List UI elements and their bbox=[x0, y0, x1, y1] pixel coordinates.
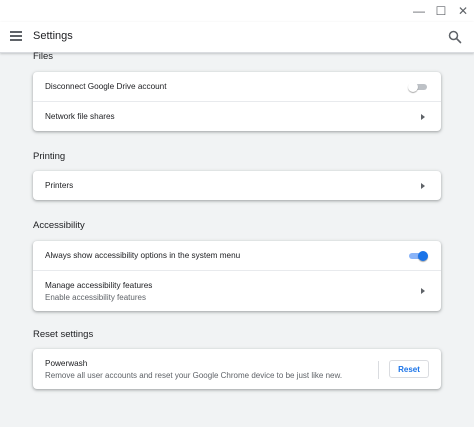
always-show-accessibility-toggle[interactable] bbox=[409, 250, 428, 261]
printers-label: Printers bbox=[45, 181, 74, 190]
arrow-right-icon bbox=[421, 113, 425, 120]
powerwash-row: Powerwash Remove all user accounts and r… bbox=[33, 349, 441, 389]
reset-button[interactable]: Reset bbox=[389, 360, 429, 378]
divider bbox=[378, 361, 379, 379]
manage-accessibility-label: Manage accessibility features bbox=[45, 280, 153, 290]
disconnect-drive-row[interactable]: Disconnect Google Drive account bbox=[33, 72, 441, 101]
close-button[interactable]: ✕ bbox=[452, 0, 474, 22]
section-title-printing: Printing bbox=[33, 151, 66, 162]
window-controls: — ☐ ✕ bbox=[0, 0, 474, 22]
always-show-accessibility-row[interactable]: Always show accessibility options in the… bbox=[33, 241, 441, 270]
files-card: Disconnect Google Drive account Network … bbox=[33, 72, 441, 131]
arrow-right-icon bbox=[421, 182, 425, 189]
page-title: Settings bbox=[33, 30, 73, 42]
powerwash-secondary: Remove all user accounts and reset your … bbox=[45, 370, 343, 380]
accessibility-card: Always show accessibility options in the… bbox=[33, 241, 441, 311]
manage-accessibility-row[interactable]: Manage accessibility features Enable acc… bbox=[33, 270, 441, 311]
powerwash-label: Powerwash bbox=[45, 358, 88, 368]
always-show-accessibility-label: Always show accessibility options in the… bbox=[45, 251, 241, 260]
section-title-accessibility: Accessibility bbox=[33, 220, 85, 231]
section-title-files: Files bbox=[33, 51, 54, 62]
manage-accessibility-secondary: Enable accessibility features bbox=[45, 292, 146, 302]
settings-header: Settings bbox=[0, 22, 474, 53]
printing-card: Printers bbox=[33, 171, 441, 200]
network-file-shares-label: Network file shares bbox=[45, 112, 115, 121]
reset-card: Powerwash Remove all user accounts and r… bbox=[33, 349, 441, 389]
maximize-button[interactable]: ☐ bbox=[430, 0, 452, 22]
network-file-shares-row[interactable]: Network file shares bbox=[33, 101, 441, 131]
minimize-button[interactable]: — bbox=[408, 0, 430, 22]
disconnect-drive-toggle[interactable] bbox=[408, 81, 427, 92]
section-title-reset: Reset settings bbox=[33, 329, 94, 340]
printers-row[interactable]: Printers bbox=[33, 171, 441, 200]
search-icon[interactable] bbox=[448, 30, 462, 44]
arrow-right-icon bbox=[421, 288, 425, 294]
disconnect-drive-label: Disconnect Google Drive account bbox=[45, 82, 167, 91]
menu-icon[interactable] bbox=[10, 29, 26, 45]
